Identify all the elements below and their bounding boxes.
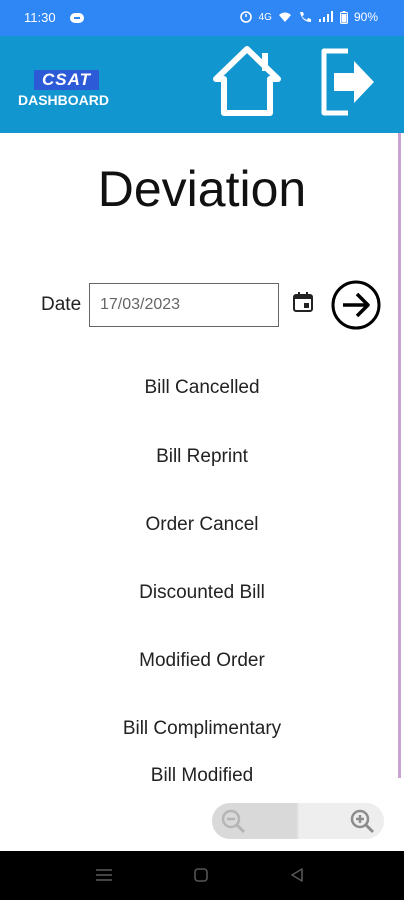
wifi-icon	[278, 12, 291, 22]
back-icon[interactable]	[290, 868, 304, 882]
exit-icon	[321, 48, 374, 116]
status-time: 11:30	[24, 10, 56, 25]
zoom-out-button[interactable]	[212, 803, 297, 839]
menu-item-order-cancel[interactable]: Order Cancel	[0, 514, 404, 536]
network-type: 4G	[258, 11, 272, 23]
menu-item-bill-modified[interactable]: Bill Modified	[0, 765, 404, 787]
date-label: Date	[41, 294, 82, 315]
recent-apps-icon[interactable]	[96, 868, 112, 882]
notification-icon	[70, 13, 84, 23]
home-nav-icon[interactable]	[194, 868, 208, 882]
alarm-icon	[239, 11, 252, 23]
home-button[interactable]	[212, 45, 282, 117]
logout-button[interactable]	[318, 47, 378, 119]
submit-date-button[interactable]	[330, 279, 382, 331]
arrow-right-circle-icon	[331, 280, 381, 330]
calendar-button[interactable]	[291, 290, 315, 314]
zoom-out-icon	[221, 809, 246, 834]
call-icon	[299, 12, 311, 22]
signal-icon	[318, 11, 333, 22]
zoom-in-button[interactable]	[299, 803, 384, 839]
system-nav-bar	[0, 851, 404, 900]
home-icon	[213, 46, 281, 116]
logo-dashboard: DASHBOARD	[18, 92, 109, 108]
date-field[interactable]	[89, 283, 279, 327]
battery-icon	[339, 10, 348, 24]
battery-level: 90%	[353, 10, 378, 24]
status-bar: 11:30 4G 90%	[0, 0, 404, 36]
menu-item-modified-order[interactable]: Modified Order	[0, 650, 404, 672]
menu-item-bill-cancelled[interactable]: Bill Cancelled	[0, 377, 404, 399]
app-logo: CSAT DASHBOARD	[18, 70, 114, 114]
status-indicators: 4G 90%	[239, 10, 378, 24]
calendar-icon	[293, 292, 313, 312]
menu-item-discounted-bill[interactable]: Discounted Bill	[0, 582, 404, 604]
page-title: Deviation	[97, 161, 307, 217]
zoom-in-icon	[350, 809, 375, 834]
logo-csat: CSAT	[34, 70, 100, 90]
menu-item-bill-reprint[interactable]: Bill Reprint	[0, 446, 404, 468]
zoom-control	[212, 803, 384, 839]
app-header: CSAT DASHBOARD	[0, 36, 404, 133]
menu-item-bill-complimentary[interactable]: Bill Complimentary	[0, 718, 404, 740]
